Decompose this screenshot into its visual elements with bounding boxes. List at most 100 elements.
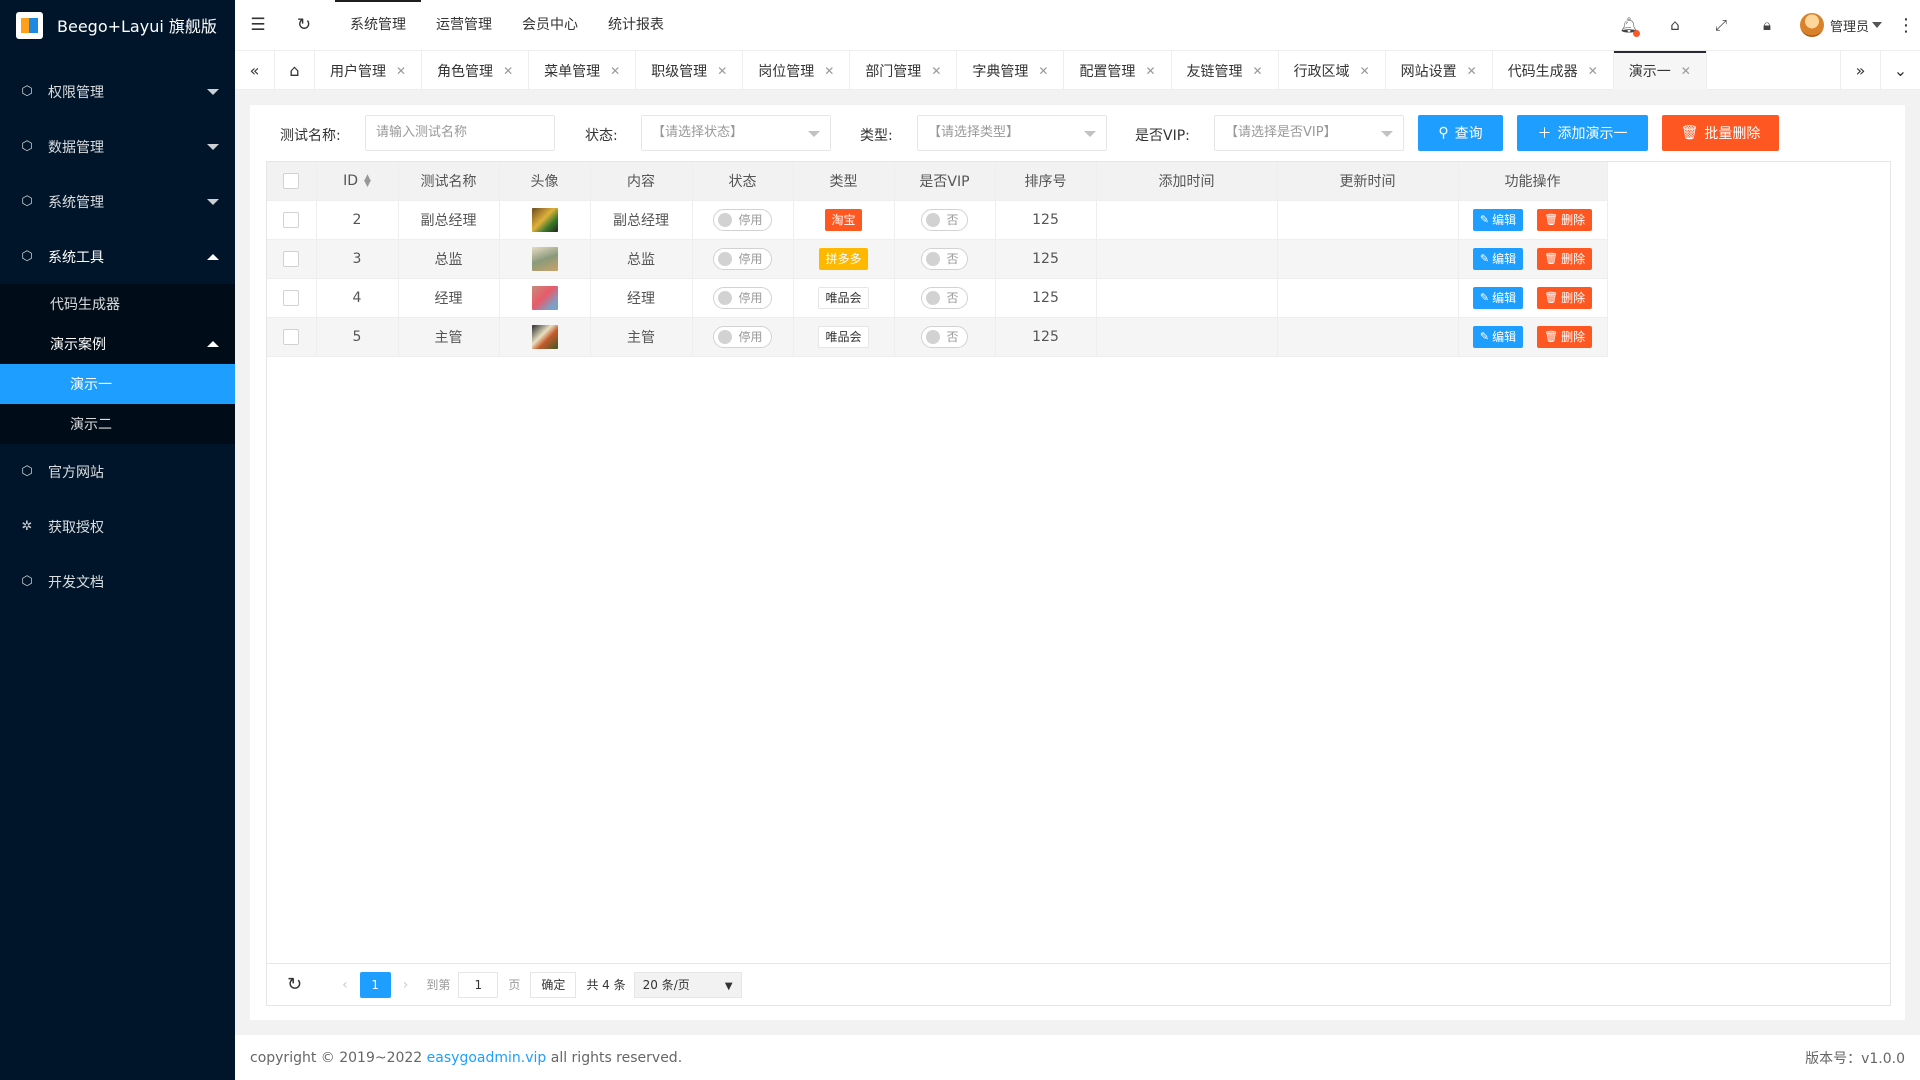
page-size-select[interactable]: 20 条/页 ▼ <box>633 971 742 998</box>
goto-page-input[interactable]: 1 <box>458 971 499 998</box>
vip-toggle[interactable]: 否 <box>921 325 968 348</box>
status-toggle[interactable]: 停用 <box>713 286 772 309</box>
avatar-thumbnail[interactable] <box>531 324 558 349</box>
lock-icon[interactable]: 🔒︎ <box>1744 16 1790 34</box>
tab-config[interactable]: 配置管理 ✕ <box>1064 51 1172 90</box>
vip-toggle[interactable]: 否 <box>921 247 968 270</box>
row-checkbox[interactable] <box>283 328 300 345</box>
close-icon[interactable]: ✕ <box>396 64 406 78</box>
sidebar-item-demo-two[interactable]: 演示二 <box>0 404 235 444</box>
status-toggle[interactable]: 停用 <box>713 208 772 231</box>
top-nav-reports[interactable]: 统计报表 <box>593 0 679 50</box>
vip-select[interactable]: 【请选择是否VIP】 <box>1214 115 1404 151</box>
close-icon[interactable]: ✕ <box>1588 64 1598 78</box>
sidebar-item-license[interactable]: ✲ 获取授权 <box>0 499 235 554</box>
sidebar-item-demo-one[interactable]: 演示一 <box>0 364 235 404</box>
current-page[interactable]: 1 <box>359 971 391 998</box>
column-header-created: 添加时间 <box>1096 162 1278 201</box>
bell-icon[interactable]: 🔔︎ <box>1606 16 1652 37</box>
add-button[interactable]: ＋ 添加演示一 <box>1517 115 1648 151</box>
row-checkbox[interactable] <box>283 289 300 306</box>
vip-toggle[interactable]: 否 <box>921 208 968 231</box>
tab-demo-one[interactable]: 演示一 ✕ <box>1613 51 1707 90</box>
sidebar-item-permissions[interactable]: ⬡ 权限管理 <box>0 64 235 119</box>
menu-collapse-icon[interactable]: ☰ <box>235 15 281 35</box>
copyright-link[interactable]: easygoadmin.vip <box>427 1050 547 1066</box>
tab-menu[interactable]: 菜单管理 ✕ <box>529 51 637 90</box>
close-icon[interactable]: ✕ <box>1038 64 1048 78</box>
sidebar-item-system[interactable]: ⬡ 系统管理 <box>0 174 235 229</box>
sidebar-item-code-generator[interactable]: 代码生成器 <box>0 284 235 324</box>
edit-button[interactable]: ✎ 编辑 <box>1472 286 1524 309</box>
tab-dict[interactable]: 字典管理 ✕ <box>957 51 1065 90</box>
prev-page-icon[interactable]: ‹ <box>342 977 348 993</box>
refresh-icon[interactable]: ↻ <box>287 974 302 995</box>
delete-button[interactable]: 🗑︎ 删除 <box>1537 208 1593 231</box>
more-vertical-icon[interactable]: ⋮ <box>1892 15 1920 36</box>
vip-toggle[interactable]: 否 <box>921 286 968 309</box>
sidebar-item-tools[interactable]: ⬡ 系统工具 <box>0 229 235 284</box>
close-icon[interactable]: ✕ <box>717 64 727 78</box>
close-icon[interactable]: ✕ <box>1253 64 1263 78</box>
table-row: 4 经理 经理 停用 唯品会 否 125 ✎ 编辑 🗑︎ 删除 <box>267 278 1608 318</box>
close-icon[interactable]: ✕ <box>1145 64 1155 78</box>
tab-site[interactable]: 网站设置 ✕ <box>1386 51 1493 90</box>
tab-dept[interactable]: 部门管理 ✕ <box>850 51 958 90</box>
top-nav-members[interactable]: 会员中心 <box>507 0 593 50</box>
delete-button[interactable]: 🗑︎ 删除 <box>1537 286 1593 309</box>
tab-links[interactable]: 友链管理 ✕ <box>1172 51 1279 90</box>
refresh-icon[interactable]: ↻ <box>281 15 327 35</box>
select-all-checkbox[interactable] <box>283 172 300 189</box>
delete-button[interactable]: 🗑︎ 删除 <box>1537 325 1593 348</box>
edit-button[interactable]: ✎ 编辑 <box>1472 247 1524 270</box>
avatar-thumbnail[interactable] <box>531 207 558 232</box>
tabs-scroll-left-icon[interactable]: « <box>235 51 275 90</box>
goto-confirm-button[interactable]: 确定 <box>530 971 577 998</box>
tab-role[interactable]: 角色管理 ✕ <box>422 51 530 90</box>
sidebar-item-docs[interactable]: ⬡ 开发文档 <box>0 554 235 609</box>
close-icon[interactable]: ✕ <box>610 64 620 78</box>
type-select[interactable]: 【请选择类型】 <box>917 115 1107 151</box>
tab-codegen[interactable]: 代码生成器 ✕ <box>1493 51 1614 90</box>
column-header-id[interactable]: ID ▲ ▼ <box>316 162 399 201</box>
tabs-dropdown-icon[interactable]: ⌄ <box>1880 51 1920 90</box>
close-icon[interactable]: ✕ <box>1467 64 1477 78</box>
edit-button[interactable]: ✎ 编辑 <box>1472 208 1524 231</box>
home-icon[interactable]: ⌂ <box>275 51 315 90</box>
status-toggle[interactable]: 停用 <box>713 247 772 270</box>
avatar-thumbnail[interactable] <box>531 285 558 310</box>
sort-icon[interactable]: ▲ ▼ <box>364 173 371 188</box>
row-checkbox[interactable] <box>283 211 300 228</box>
tab-region[interactable]: 行政区域 ✕ <box>1279 51 1386 90</box>
app-logo[interactable]: Beego+Layui 旗舰版 <box>0 0 235 50</box>
tab-label: 代码生成器 <box>1507 63 1578 80</box>
status-select[interactable]: 【请选择状态】 <box>641 115 831 151</box>
sidebar-item-demo-case[interactable]: 演示案例 <box>0 324 235 364</box>
tag-icon[interactable]: ⌂ <box>1652 16 1698 34</box>
row-checkbox[interactable] <box>283 250 300 267</box>
edit-button[interactable]: ✎ 编辑 <box>1472 325 1524 348</box>
tab-user[interactable]: 用户管理 ✕ <box>315 51 423 90</box>
avatar-thumbnail[interactable] <box>531 246 558 271</box>
sidebar-item-data[interactable]: ⬡ 数据管理 <box>0 119 235 174</box>
delete-button[interactable]: 🗑︎ 删除 <box>1537 247 1593 270</box>
name-input[interactable]: 请输入测试名称 <box>365 115 555 151</box>
close-icon[interactable]: ✕ <box>931 64 941 78</box>
tabs-scroll-right-icon[interactable]: » <box>1840 51 1880 90</box>
close-icon[interactable]: ✕ <box>1681 64 1691 78</box>
top-nav-system[interactable]: 系统管理 <box>335 0 421 50</box>
search-button[interactable]: ⚲ 查询 <box>1418 115 1503 151</box>
fullscreen-icon[interactable]: ⤢ <box>1698 16 1744 34</box>
next-page-icon[interactable]: › <box>403 977 409 993</box>
tab-label: 角色管理 <box>437 63 494 80</box>
close-icon[interactable]: ✕ <box>1360 64 1370 78</box>
close-icon[interactable]: ✕ <box>503 64 513 78</box>
tab-level[interactable]: 职级管理 ✕ <box>636 51 744 90</box>
user-menu[interactable]: 管理员 <box>1790 13 1892 37</box>
tab-position[interactable]: 岗位管理 ✕ <box>743 51 851 90</box>
top-nav-operations[interactable]: 运营管理 <box>421 0 507 50</box>
sidebar-item-official-site[interactable]: ⬡ 官方网站 <box>0 444 235 499</box>
status-toggle[interactable]: 停用 <box>713 325 772 348</box>
batch-delete-button[interactable]: 🗑︎ 批量删除 <box>1662 115 1779 151</box>
close-icon[interactable]: ✕ <box>824 64 834 78</box>
